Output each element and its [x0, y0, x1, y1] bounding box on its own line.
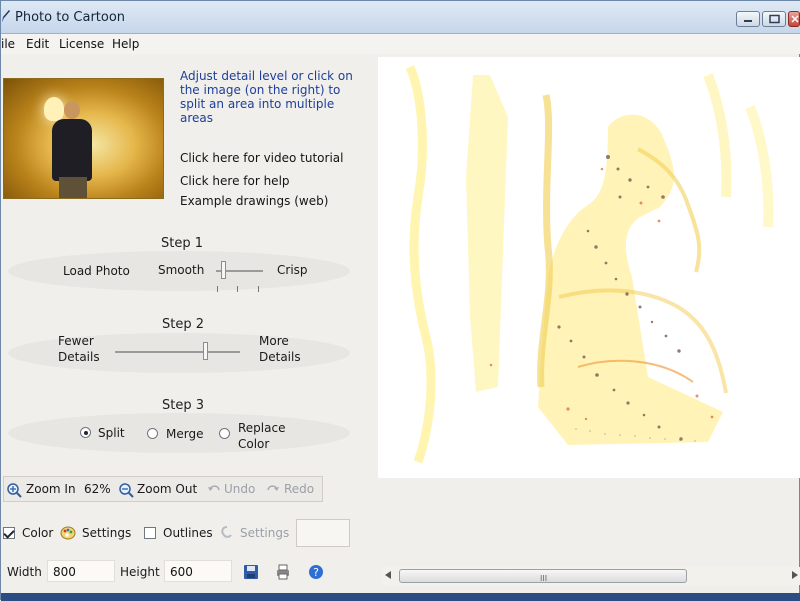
width-label: Width — [7, 565, 42, 579]
merge-label: Merge — [166, 427, 204, 441]
thumbnail-person-head — [64, 101, 80, 119]
print-icon[interactable] — [275, 564, 291, 580]
zoom-out-icon[interactable] — [118, 482, 134, 498]
pencil-icon — [2, 10, 10, 22]
outline-settings-icon — [221, 526, 232, 538]
zoom-in-button[interactable]: Zoom In — [26, 482, 76, 496]
help-icon[interactable]: ? — [308, 564, 324, 580]
height-field[interactable]: 600 — [164, 560, 232, 582]
detail-slider-thumb[interactable] — [221, 261, 226, 279]
close-icon — [791, 15, 799, 23]
slider-tick — [237, 286, 238, 292]
step3-title: Step 3 — [162, 398, 205, 413]
palette-icon[interactable] — [60, 525, 76, 541]
load-photo-button[interactable]: Load Photo — [63, 263, 130, 279]
horizontal-scrollbar[interactable]: III — [382, 567, 800, 585]
scroll-grip: III — [540, 574, 548, 583]
details-label-left: Details — [58, 350, 100, 364]
scroll-thumb[interactable]: III — [399, 569, 687, 583]
fewer-label: Fewer — [58, 334, 94, 348]
save-icon[interactable] — [243, 564, 259, 580]
thumbnail-lamp — [44, 97, 64, 121]
redo-icon — [267, 485, 279, 491]
step2-title: Step 2 — [162, 317, 205, 332]
window-title: Photo to Cartoon — [15, 10, 126, 25]
replace-label: Replace — [238, 421, 286, 435]
zoom-out-button[interactable]: Zoom Out — [137, 482, 197, 496]
area-slider-thumb[interactable] — [203, 342, 208, 360]
outline-settings-button[interactable]: Settings — [240, 526, 289, 540]
source-photo-thumbnail[interactable] — [3, 78, 164, 199]
menu-license[interactable]: License — [59, 37, 104, 51]
details-label-right: Details — [259, 350, 301, 364]
zoom-in-icon[interactable] — [6, 482, 22, 498]
cartoon-preview-drawing — [378, 57, 800, 478]
menu-edit[interactable]: Edit — [26, 37, 49, 51]
width-field[interactable]: 800 — [47, 560, 115, 582]
thumbnail-person-body — [52, 119, 92, 181]
crisp-label: Crisp — [277, 263, 308, 277]
color-preview-box — [296, 519, 350, 547]
color-checkbox[interactable] — [3, 527, 15, 539]
maximize-icon — [769, 14, 780, 24]
redo-button[interactable]: Redo — [284, 482, 314, 496]
zoom-level: 62% — [84, 482, 111, 496]
more-label: More — [259, 334, 289, 348]
replace-color-radio[interactable] — [219, 428, 230, 439]
menu-bar: ile Edit License Help — [1, 34, 800, 54]
color-label: Color — [22, 526, 54, 540]
split-radio[interactable] — [80, 427, 91, 438]
cartoon-preview-canvas[interactable] — [378, 57, 800, 478]
minimize-button[interactable] — [736, 11, 760, 27]
help-link[interactable]: Click here for help — [180, 174, 290, 188]
thumbnail-person-legs — [59, 177, 87, 198]
instructions-text: Adjust detail level or click on the imag… — [180, 69, 353, 125]
split-label: Split — [98, 426, 125, 440]
scroll-right-arrow[interactable] — [792, 571, 798, 579]
height-label: Height — [120, 565, 160, 579]
undo-icon — [208, 485, 220, 491]
outlines-label: Outlines — [163, 526, 213, 540]
merge-radio[interactable] — [147, 428, 158, 439]
svg-text:?: ? — [313, 566, 319, 579]
undo-button[interactable]: Undo — [224, 482, 255, 496]
maximize-button[interactable] — [762, 11, 786, 27]
video-tutorial-link[interactable]: Click here for video tutorial — [180, 151, 343, 165]
app-window: Photo to Cartoon ile Edit License Help A… — [0, 0, 800, 601]
scroll-left-arrow[interactable] — [385, 571, 391, 579]
step1-title: Step 1 — [161, 236, 204, 251]
minimize-icon — [744, 20, 752, 22]
outlines-checkbox[interactable] — [144, 527, 156, 539]
smooth-label: Smooth — [158, 263, 205, 277]
color-label-step3: Color — [238, 437, 270, 451]
slider-tick — [258, 286, 259, 292]
close-button[interactable] — [788, 11, 800, 27]
menu-file[interactable]: ile — [1, 37, 15, 51]
example-drawings-link[interactable]: Example drawings (web) — [180, 194, 328, 208]
menu-help[interactable]: Help — [112, 37, 139, 51]
title-bar[interactable]: Photo to Cartoon — [1, 1, 800, 34]
color-settings-button[interactable]: Settings — [82, 526, 131, 540]
slider-tick — [217, 286, 218, 292]
area-slider-track[interactable] — [115, 351, 240, 353]
